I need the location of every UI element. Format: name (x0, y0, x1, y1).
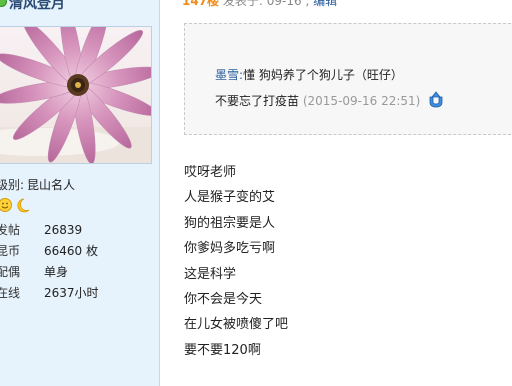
edit-link[interactable]: 编辑 (313, 0, 337, 8)
crescent-moon-medal-icon[interactable] (17, 198, 30, 213)
quote-reply-line: 不要忘了打疫苗 (2015-09-16 22:51) (215, 91, 445, 112)
user-sidebar: 清风登月 级别: 昆山名人 发帖 26839 昆币 66460 枚 配偶 单身 … (0, 0, 160, 386)
purple-daisy-flower-icon (0, 27, 151, 163)
stat-value: 26839 (44, 223, 83, 237)
post-header: 147楼 发表于: 09-16 , 编辑 (182, 0, 337, 9)
stat-value: 2637小时 (44, 286, 99, 300)
post-line: 要不要120啊 (184, 342, 261, 358)
stat-value: 66460 枚 (44, 244, 98, 258)
post-line: 在儿女被喷傻了吧 (184, 317, 289, 333)
quote-box: 墨雪:懂 狗妈养了个狗儿子（旺仔） 不要忘了打疫苗 (2015-09-16 22… (184, 23, 512, 135)
level-label: 级别: (0, 178, 25, 192)
stat-spouse: 配偶 单身 (0, 263, 68, 280)
stat-posts: 发帖 26839 (0, 221, 82, 238)
post-line: 你爹妈多吃亏啊 (184, 241, 276, 257)
smiley-medal-icon[interactable] (0, 198, 12, 212)
floor-number[interactable]: 147楼 (182, 0, 219, 8)
post-line: 哎呀老师 (184, 165, 237, 180)
medals (0, 197, 32, 217)
stat-label: 配偶 (0, 265, 21, 279)
quote-time: (2015-09-16 22:51) (302, 94, 421, 108)
post-content: 哎呀老师 人是猴子变的艾 狗的祖宗要是人 你爹妈多吃亏啊 这是科学 你不会是今天… (184, 160, 288, 363)
stat-online: 在线 2637小时 (0, 284, 99, 301)
quote-reply: 不要忘了打疫苗 (215, 94, 300, 108)
quote-line: 墨雪:懂 狗妈养了个狗儿子（旺仔） (215, 66, 403, 83)
user-level: 级别: 昆山名人 (0, 176, 75, 193)
post-time: 发表于: 09-16 (222, 0, 302, 8)
online-status-icon (0, 0, 7, 7)
post-line: 狗的祖宗要是人 (184, 215, 276, 231)
stat-label: 昆币 (0, 244, 21, 258)
stat-value: 单身 (44, 265, 69, 279)
post-line: 你不会是今天 (184, 291, 263, 307)
post-line: 人是猴子变的艾 (184, 190, 276, 206)
quote-text: 懂 狗妈养了个狗儿子（旺仔） (243, 68, 403, 82)
username-row: 清风登月 (0, 0, 65, 13)
stat-coins: 昆币 66460 枚 (0, 242, 98, 259)
level-value: 昆山名人 (27, 178, 76, 192)
post-line: 这是科学 (184, 266, 237, 282)
avatar[interactable] (0, 26, 152, 164)
stat-label: 在线 (0, 286, 21, 300)
top-arrow-icon[interactable] (427, 91, 445, 112)
quote-author-link[interactable]: 墨雪: (215, 68, 243, 82)
username-link[interactable]: 清风登月 (9, 0, 65, 12)
stat-label: 发帖 (0, 223, 21, 237)
